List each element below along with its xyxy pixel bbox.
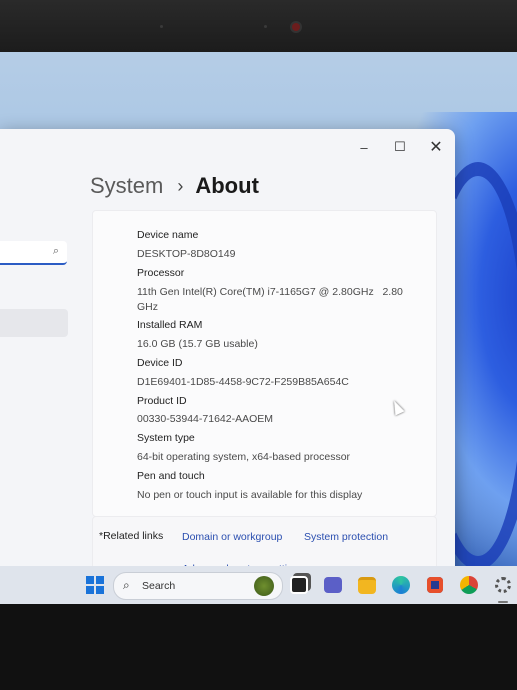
taskbar: ⌕ Search [0,566,517,604]
chrome-button[interactable] [457,573,481,597]
system-protection-link[interactable]: System protection [304,531,388,543]
teams-icon [324,577,342,593]
chevron-right-icon: › [177,175,184,196]
spec-value-system-type: 64-bit operating system, x64-based proce… [137,451,351,463]
laptop-lower-bezel [0,604,517,690]
store-icon [427,577,443,593]
spec-value-processor-line2: GHz [137,301,158,313]
spec-label-processor: Processor [137,267,185,279]
related-links-label: *Related links [99,530,164,542]
breadcrumb-system[interactable]: System [90,173,163,199]
device-specifications-card: Device name DESKTOP-8D8O149 Processor 11… [92,210,437,517]
spec-value-ram: 16.0 GB (15.7 GB usable) [137,338,258,350]
sidebar-selected-item[interactable] [0,309,68,337]
spec-value-processor: 11th Gen Intel(R) Core(TM) i7-1165G7 @ 2… [137,286,403,298]
start-button[interactable] [83,573,107,597]
spec-label-system-type: System type [137,432,195,444]
laptop-bezel [0,0,517,52]
search-highlight-icon [254,576,274,596]
file-explorer-button[interactable] [355,573,379,597]
spec-value-device-name: DESKTOP-8D8O149 [137,248,236,260]
spec-label-pen-touch: Pen and touch [137,470,205,482]
webcam [292,23,300,31]
spec-label-product-id: Product ID [137,395,187,407]
edge-icon [392,576,410,594]
sensor-dot [264,25,267,28]
task-view-icon [290,576,308,594]
settings-search-input[interactable]: ⌕ [0,241,67,265]
settings-taskbar-button[interactable] [491,573,515,597]
maximize-button[interactable]: ☐ [385,135,415,159]
windows-logo-icon [86,576,104,594]
store-button[interactable] [423,573,447,597]
sensor-dot [160,25,163,28]
search-icon: ⌕ [123,578,130,592]
spec-label-device-id: Device ID [137,357,183,369]
domain-workgroup-link[interactable]: Domain or workgroup [182,531,282,543]
active-app-indicator [498,601,508,603]
minimize-button[interactable]: – [349,135,379,159]
teams-button[interactable] [321,573,345,597]
settings-window: – ☐ ✕ System › About ⌕ Device name DESKT… [0,129,455,604]
task-view-button[interactable] [287,573,311,597]
breadcrumb: System › About [90,173,259,199]
chrome-icon [460,576,478,594]
desktop: – ☐ ✕ System › About ⌕ Device name DESKT… [0,52,517,604]
spec-label-device-name: Device name [137,229,199,241]
spec-label-ram: Installed RAM [137,319,203,331]
search-icon: ⌕ [52,245,59,257]
page-title: About [195,173,259,198]
spec-value-device-id: D1E69401-1D85-4458-9C72-F259B85A654C [137,376,349,388]
folder-icon [358,576,376,594]
gear-icon [495,577,511,593]
spec-value-product-id: 00330-53944-71642-AAOEM [137,413,274,425]
taskbar-search-box[interactable]: ⌕ Search [113,572,283,600]
close-button[interactable]: ✕ [421,135,451,159]
taskbar-search-label: Search [142,580,176,592]
spec-value-pen-touch: No pen or touch input is available for t… [137,489,363,501]
edge-button[interactable] [389,573,413,597]
